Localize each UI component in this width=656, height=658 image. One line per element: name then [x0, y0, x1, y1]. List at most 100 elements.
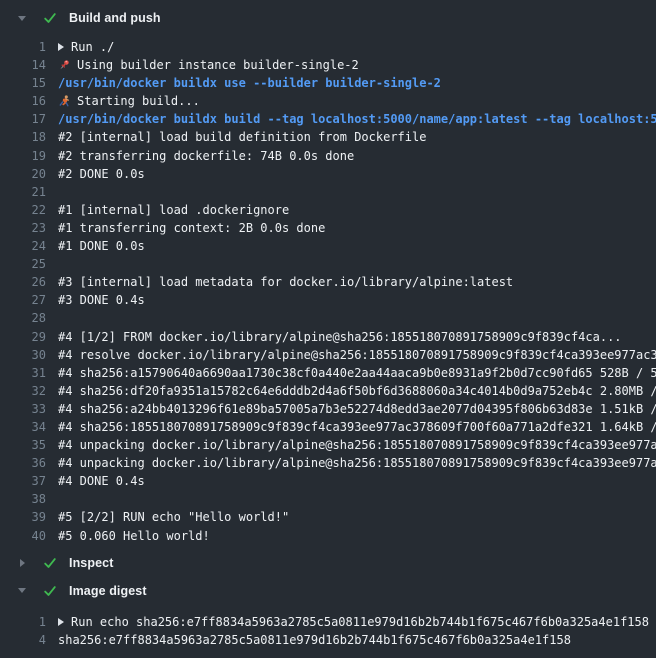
log-line: 40 #5 0.060 Hello world!	[0, 527, 656, 545]
log-line: 20#2 DONE 0.0s	[0, 165, 656, 183]
log-line: 27 #3 DONE 0.4s	[0, 291, 656, 309]
log-line: 30#4 resolve docker.io/library/alpine@sh…	[0, 346, 656, 364]
log-line-text: #4 sha256:a15790640a6690aa1730c38cf0a440…	[46, 364, 656, 382]
log-line: 4 sha256:e7ff8834a5963a2785c5a0811e979d16…	[0, 631, 656, 649]
log-line-text: #1 DONE 0.0s	[46, 237, 145, 255]
log-line: 28	[0, 309, 656, 327]
line-number[interactable]: 40	[0, 527, 46, 545]
log-line: 37 #4 DONE 0.4s	[0, 472, 656, 490]
workflow-log-viewer: Build and push1Run ./14Using builder ins…	[0, 0, 656, 658]
log-line: 34#4 sha256:185518070891758909c9f839cf4c…	[0, 418, 656, 436]
line-text-content: #2 [internal] load build definition from…	[58, 128, 426, 146]
log-line-text: #2 DONE 0.0s	[46, 165, 145, 183]
expand-group-icon[interactable]	[58, 43, 64, 51]
line-number[interactable]: 24	[0, 237, 46, 255]
runner-icon	[58, 95, 71, 108]
log-line: 36#4 unpacking docker.io/library/alpine@…	[0, 454, 656, 472]
log-line-text: #4 sha256:185518070891758909c9f839cf4ca3…	[46, 418, 656, 436]
line-number[interactable]: 1	[0, 38, 46, 56]
log-line: 14Using builder instance builder-single-…	[0, 56, 656, 74]
log-line-text	[46, 183, 58, 201]
line-text-content: #4 DONE 0.4s	[58, 472, 145, 490]
log-line-text: #4 sha256:a24bb4013296f61e89ba57005a7b3e…	[46, 400, 656, 418]
line-text-content: #4 sha256:a24bb4013296f61e89ba57005a7b3e…	[58, 400, 656, 418]
line-number[interactable]: 31	[0, 364, 46, 382]
log-line: 26 #3 [internal] load metadata for docker…	[0, 273, 656, 291]
chevron-right-icon[interactable]	[16, 559, 28, 567]
line-number[interactable]: 20	[0, 165, 46, 183]
section-header-image-digest[interactable]: Image digest	[0, 581, 656, 601]
line-number[interactable]: 16	[0, 92, 46, 110]
log-line-text: #4 unpacking docker.io/library/alpine@sh…	[46, 436, 656, 454]
log-line: 35 #4 unpacking docker.io/library/alpine@…	[0, 436, 656, 454]
log-line-text	[46, 309, 58, 327]
line-number[interactable]: 35	[0, 436, 46, 454]
log-line-text	[46, 255, 58, 273]
line-text-content: Starting build...	[77, 92, 200, 110]
log-line: 15/usr/bin/docker buildx use --builder b…	[0, 74, 656, 92]
line-text-content: #3 DONE 0.4s	[58, 291, 145, 309]
line-text-content: Run echo sha256:e7ff8834a5963a2785c5a081…	[71, 613, 649, 631]
log-line: 17/usr/bin/docker buildx build --tag loc…	[0, 110, 656, 128]
line-number[interactable]: 34	[0, 418, 46, 436]
line-number[interactable]: 28	[0, 309, 46, 327]
section-header-build-and-push[interactable]: Build and push	[0, 8, 656, 28]
command-line-text: /usr/bin/docker buildx build --tag local…	[46, 110, 656, 128]
log-line: 25	[0, 255, 656, 273]
log-line: 23#1 transferring context: 2B 0.0s done	[0, 219, 656, 237]
line-number[interactable]: 17	[0, 110, 46, 128]
line-number[interactable]: 36	[0, 454, 46, 472]
log-line: 22 #1 [internal] load .dockerignore	[0, 201, 656, 219]
line-number[interactable]: 18	[0, 128, 46, 146]
log-line: 38	[0, 490, 656, 508]
line-text-content: #4 [1/2] FROM docker.io/library/alpine@s…	[58, 328, 622, 346]
chevron-down-icon[interactable]	[16, 588, 28, 593]
line-number[interactable]: 4	[0, 631, 46, 649]
chevron-down-icon[interactable]	[16, 16, 28, 21]
line-number[interactable]: 14	[0, 56, 46, 74]
log-line-text: #4 sha256:df20fa9351a15782c64e6dddb2d4a6…	[46, 382, 656, 400]
line-text-content: #3 [internal] load metadata for docker.i…	[58, 273, 513, 291]
log-line-text: #3 [internal] load metadata for docker.i…	[46, 273, 513, 291]
line-text-content: #1 [internal] load .dockerignore	[58, 201, 289, 219]
line-number[interactable]: 30	[0, 346, 46, 364]
log-line-text: #4 DONE 0.4s	[46, 472, 145, 490]
log-line: 29 #4 [1/2] FROM docker.io/library/alpine…	[0, 328, 656, 346]
log-line-text: Run echo sha256:e7ff8834a5963a2785c5a081…	[46, 613, 649, 631]
expand-group-icon[interactable]	[58, 618, 64, 626]
line-number[interactable]: 27	[0, 291, 46, 309]
check-icon	[43, 11, 57, 25]
log-line: 21	[0, 183, 656, 201]
line-text-content: #5 0.060 Hello world!	[58, 527, 210, 545]
log-line-text: Starting build...	[46, 92, 200, 110]
line-text-content: #4 unpacking docker.io/library/alpine@sh…	[58, 436, 656, 454]
line-number[interactable]: 26	[0, 273, 46, 291]
line-number[interactable]: 19	[0, 147, 46, 165]
line-number[interactable]: 22	[0, 201, 46, 219]
line-number[interactable]: 23	[0, 219, 46, 237]
line-number[interactable]: 39	[0, 508, 46, 526]
log-section-build-and-push: Build and push1Run ./14Using builder ins…	[0, 8, 656, 545]
section-header-inspect[interactable]: Inspect	[0, 553, 656, 573]
line-number[interactable]: 29	[0, 328, 46, 346]
line-number[interactable]: 1	[0, 613, 46, 631]
line-number[interactable]: 33	[0, 400, 46, 418]
log-line: 1 Run echo sha256:e7ff8834a5963a2785c5a08…	[0, 613, 656, 631]
section-title: Inspect	[69, 556, 113, 570]
log-line: 32#4 sha256:df20fa9351a15782c64e6dddb2d4…	[0, 382, 656, 400]
log-line-text: #2 [internal] load build definition from…	[46, 128, 426, 146]
log-line: 16 Starting build...	[0, 92, 656, 110]
line-number[interactable]: 15	[0, 74, 46, 92]
line-number[interactable]: 25	[0, 255, 46, 273]
log-line-text: Using builder instance builder-single-2	[46, 56, 359, 74]
line-number[interactable]: 21	[0, 183, 46, 201]
line-text-content: /usr/bin/docker buildx build --tag local…	[58, 110, 656, 128]
log-line: 18 #2 [internal] load build definition fr…	[0, 128, 656, 146]
line-number[interactable]: 32	[0, 382, 46, 400]
line-text-content: sha256:e7ff8834a5963a2785c5a0811e979d16b…	[58, 631, 571, 649]
line-number[interactable]: 37	[0, 472, 46, 490]
line-number[interactable]: 38	[0, 490, 46, 508]
log-line-text: sha256:e7ff8834a5963a2785c5a0811e979d16b…	[46, 631, 571, 649]
log-section-inspect: Inspect	[0, 553, 656, 573]
pushpin-icon	[58, 59, 71, 72]
